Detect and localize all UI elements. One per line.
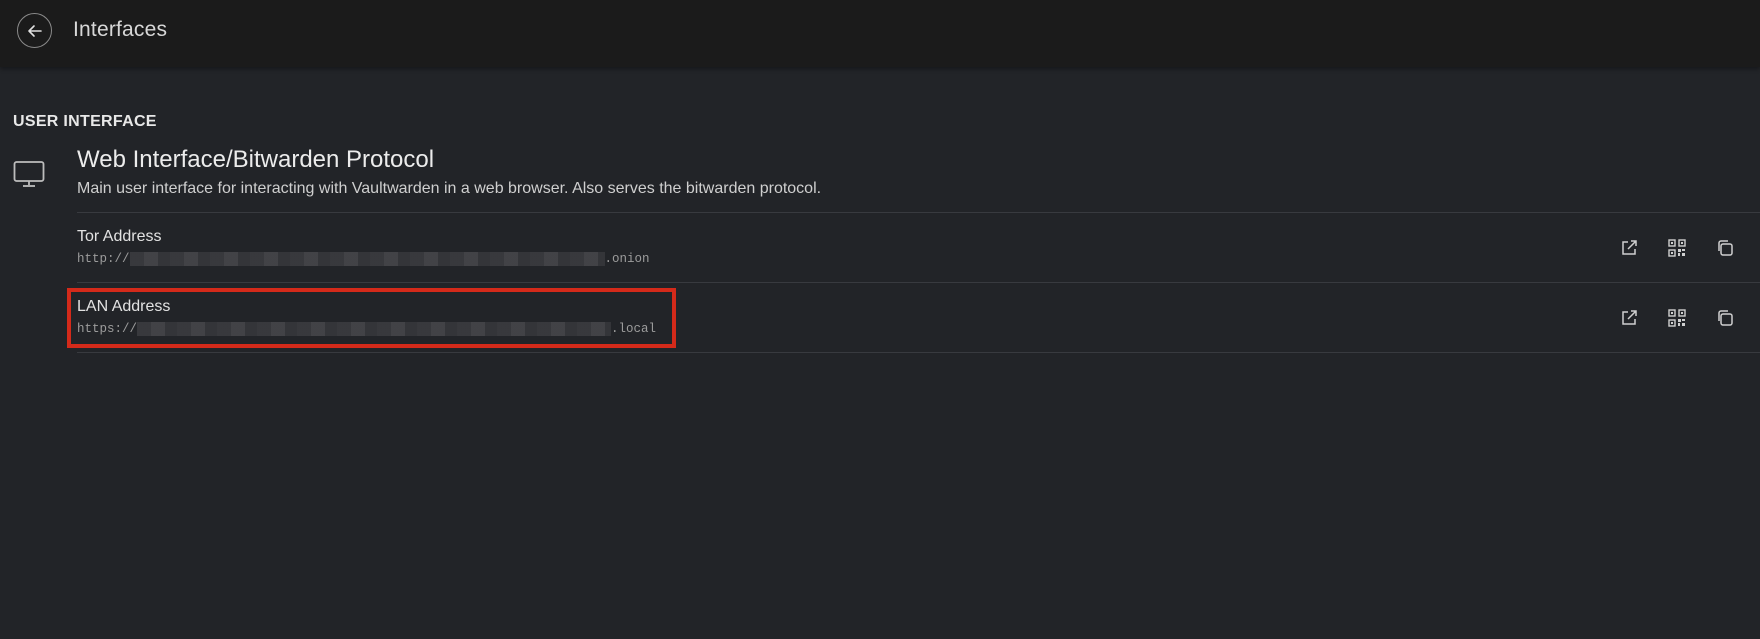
divider bbox=[77, 282, 1760, 283]
arrow-left-icon bbox=[27, 24, 42, 37]
address-value: http:// .onion bbox=[77, 252, 650, 266]
address-label: LAN Address bbox=[77, 298, 171, 315]
interface-description: Main user interface for interacting with… bbox=[77, 180, 822, 197]
copy-icon[interactable] bbox=[1714, 237, 1736, 259]
highlight-annotation bbox=[67, 288, 676, 348]
open-external-icon[interactable] bbox=[1618, 307, 1640, 329]
address-suffix: .onion bbox=[604, 252, 650, 266]
address-label: Tor Address bbox=[77, 228, 162, 245]
divider bbox=[77, 352, 1760, 353]
redacted-block bbox=[129, 252, 605, 266]
top-bar: Interfaces bbox=[0, 0, 1760, 67]
address-prefix: http:// bbox=[77, 252, 130, 266]
address-prefix: https:// bbox=[77, 322, 138, 336]
back-button[interactable] bbox=[17, 13, 52, 48]
copy-icon[interactable] bbox=[1714, 307, 1736, 329]
section-title: USER INTERFACE bbox=[13, 113, 157, 130]
qr-code-icon[interactable] bbox=[1666, 237, 1688, 259]
interface-title: Web Interface/Bitwarden Protocol bbox=[77, 146, 435, 173]
page-title: Interfaces bbox=[73, 18, 168, 41]
monitor-icon bbox=[13, 160, 45, 190]
address-suffix: .local bbox=[611, 322, 657, 336]
address-value: https:// .local bbox=[77, 322, 656, 336]
qr-code-icon[interactable] bbox=[1666, 307, 1688, 329]
redacted-block bbox=[137, 322, 612, 336]
divider bbox=[77, 212, 1760, 213]
open-external-icon[interactable] bbox=[1618, 237, 1640, 259]
